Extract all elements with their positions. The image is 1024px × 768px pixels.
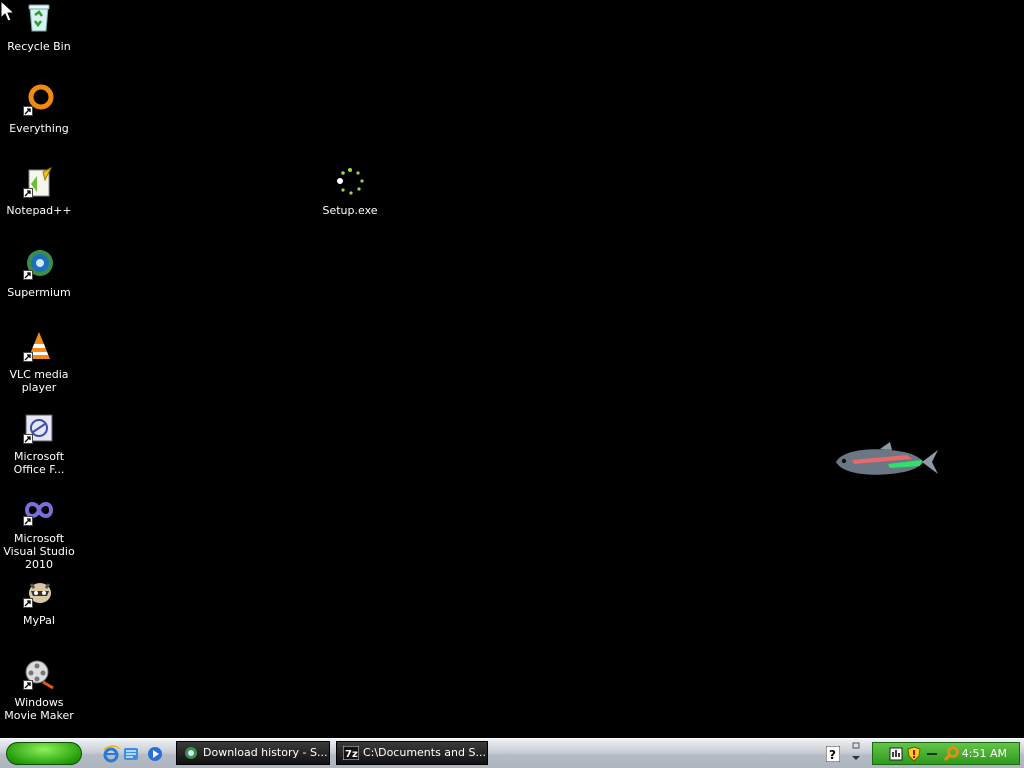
desktop-icon-label: MyPal <box>23 614 55 627</box>
desktop-icon-label: Microsoft Office F... <box>13 450 65 476</box>
desktop-icon-label: Setup.exe <box>322 204 378 217</box>
taskbar-button-label: C:\Documents and S... <box>363 746 486 759</box>
movie-reel-icon <box>23 658 55 690</box>
shortcut-arrow-icon <box>23 106 33 116</box>
taskbar-button-7zip[interactable]: 7z C:\Documents and S... <box>336 741 488 765</box>
help-icon[interactable]: ? <box>826 746 840 762</box>
visual-studio-infinity-icon <box>23 494 55 526</box>
svg-text:?: ? <box>829 748 836 762</box>
shortcut-arrow-icon <box>23 352 33 362</box>
desktop-icon-everything[interactable]: Everything <box>0 84 78 135</box>
tray-separator-icon <box>927 753 937 755</box>
office-document-icon <box>23 412 55 444</box>
desktop-icon-windows-movie-maker[interactable]: Windows Movie Maker <box>0 658 78 722</box>
svg-text:7z: 7z <box>345 749 358 760</box>
desktop-icon-recycle-bin[interactable]: Recycle Bin <box>0 2 78 53</box>
desktop-icon-vlc[interactable]: VLC media player <box>0 330 78 394</box>
media-player-icon[interactable] <box>146 745 164 763</box>
start-button[interactable] <box>6 742 82 765</box>
desktop-icon-label: Supermium <box>7 286 71 299</box>
shortcut-arrow-icon <box>23 434 33 444</box>
shortcut-arrow-icon <box>23 598 33 608</box>
desktop-icon-label: Recycle Bin <box>7 40 71 53</box>
browser-icon <box>185 747 197 759</box>
taskbar-button-download-history[interactable]: Download history - S... <box>176 741 330 765</box>
desktop-icon-label: Microsoft Visual Studio 2010 <box>3 532 75 571</box>
desktop-icon-setup-exe[interactable]: Setup.exe <box>311 166 389 217</box>
desktop-icon-label: Everything <box>9 122 69 135</box>
loading-spinner-icon <box>334 166 366 198</box>
recycle-bin-icon <box>23 2 55 34</box>
desktop: Recycle Bin Everything Notepad++ Supermi… <box>0 0 1024 738</box>
outlook-express-icon[interactable] <box>122 745 140 763</box>
language-bar-restore-icon[interactable] <box>850 742 862 764</box>
system-tray: 4:51 AM <box>872 742 1020 765</box>
desktop-icon-supermium[interactable]: Supermium <box>0 248 78 299</box>
desktop-icon-label: VLC media player <box>9 368 69 394</box>
everything-icon <box>23 84 55 116</box>
shortcut-arrow-icon <box>23 270 33 280</box>
supermium-icon <box>23 248 55 280</box>
taskbar-button-label: Download history - S... <box>203 746 328 759</box>
search-icon[interactable] <box>943 746 959 762</box>
mypal-raccoon-icon <box>23 576 55 608</box>
desktop-icon-microsoft-office[interactable]: Microsoft Office F... <box>0 412 78 476</box>
neon-tetra-fish-icon <box>836 442 938 475</box>
vlc-cone-icon <box>23 330 55 362</box>
shortcut-arrow-icon <box>23 680 33 690</box>
7zip-icon: 7z <box>343 746 359 760</box>
desktop-icon-notepad-plus-plus[interactable]: Notepad++ <box>0 166 78 217</box>
shortcut-arrow-icon <box>23 188 33 198</box>
taskbar: Download history - S... 7z C:\Documents … <box>0 738 1024 768</box>
security-shield-icon[interactable] <box>907 746 921 762</box>
shortcut-arrow-icon <box>23 516 33 526</box>
desktop-icon-label: Notepad++ <box>6 204 72 217</box>
clock[interactable]: 4:51 AM <box>962 743 1007 764</box>
notepad-plus-plus-icon <box>23 166 55 198</box>
desktop-icon-visual-studio-2010[interactable]: Microsoft Visual Studio 2010 <box>0 494 78 571</box>
ie-icon[interactable] <box>102 745 120 763</box>
desktop-icon-label: Windows Movie Maker <box>4 696 74 722</box>
network-icon[interactable] <box>889 747 903 761</box>
desktop-icon-mypal[interactable]: MyPal <box>0 576 78 627</box>
